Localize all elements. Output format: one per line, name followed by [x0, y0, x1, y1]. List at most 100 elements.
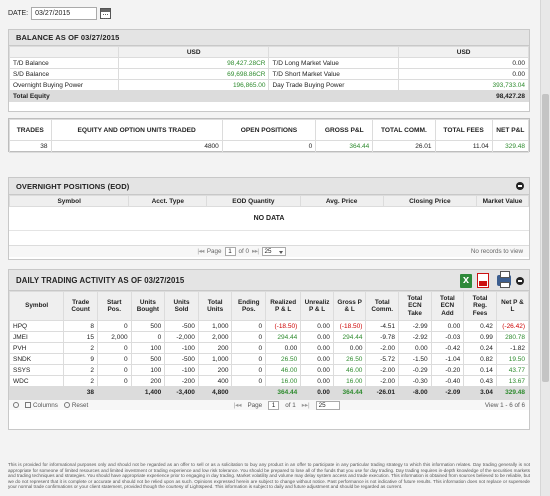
table-cell: 0.00 — [300, 342, 334, 354]
reset-button[interactable]: Reset — [63, 402, 88, 409]
overnight-header-row: Symbol Acct. Type EOD Quantity Avg. Pric… — [8, 195, 529, 207]
column-header[interactable]: Avg. Price — [299, 195, 384, 207]
columns-icon — [25, 401, 31, 408]
table-cell: 16.00 — [332, 375, 367, 387]
summary-value: 364.44 — [315, 140, 374, 153]
table-cell: 0 — [130, 331, 166, 343]
table-cell: 43.77 — [495, 364, 530, 376]
balance-value: 98,427.28CR — [117, 57, 270, 69]
total-cell: -8.00 — [398, 386, 432, 399]
table-row[interactable]: SNDK 9 0 500 -500 1,000 0 26.50 0.00 26.50 -5.72 -1… — [8, 353, 530, 365]
total-cell: -2.09 — [430, 386, 465, 399]
total-cell — [8, 386, 65, 399]
table-cell: -0.29 — [398, 364, 432, 376]
total-equity-row: Total Equity 98,427.28 — [8, 90, 529, 102]
column-header[interactable]: Units Sold — [164, 291, 199, 321]
blank-cell — [9, 46, 119, 58]
table-row[interactable]: SSYS 2 0 100 -100 200 0 46.00 0.00 46.00 -2.00 -0.2… — [8, 364, 530, 376]
print-icon[interactable] — [497, 271, 511, 288]
search-icon[interactable] — [13, 402, 19, 408]
symbol-cell: JMEI — [8, 331, 65, 343]
page-label: Page — [206, 248, 222, 255]
table-cell: 9 — [63, 353, 98, 365]
table-row[interactable]: HPQ 8 0 500 -500 1,000 0 (-18.50) 0.00 (-18.50) -4… — [8, 320, 530, 332]
scrollbar-thumb[interactable] — [542, 94, 549, 382]
table-cell: 0 — [231, 375, 267, 387]
table-cell: 19.50 — [495, 353, 530, 365]
column-header[interactable]: Acct. Type — [128, 195, 208, 207]
column-header[interactable]: Start Pos. — [96, 291, 132, 321]
first-page-icon[interactable]: |◂◂ — [234, 402, 242, 409]
table-cell: 1,000 — [197, 320, 233, 332]
column-header[interactable]: Gross P & L — [332, 291, 367, 321]
table-cell: -1.50 — [398, 353, 432, 365]
page-input[interactable]: 1 — [224, 247, 236, 256]
daily-panel: DAILY TRADING ACTIVITY AS OF 03/27/2015 … — [8, 269, 530, 430]
summary-header: TOTAL FEES — [434, 119, 493, 141]
balance-label: Overnight Buying Power — [9, 79, 119, 91]
page-input[interactable]: 1 — [268, 400, 280, 410]
column-header[interactable]: Market Value — [476, 195, 529, 207]
balance-label: S/D Balance — [9, 68, 119, 80]
table-row[interactable]: WDC 2 0 200 -200 400 0 16.00 0.00 16.00 -2.00 -0.30… — [8, 375, 530, 387]
page-of-label: of 0 — [238, 248, 250, 255]
summary-header: NET P&L — [491, 119, 530, 141]
column-header[interactable]: Units Bought — [130, 291, 166, 321]
table-cell: (-26.42) — [495, 320, 530, 332]
records-label: No records to view — [470, 248, 524, 255]
table-cell: 0 — [96, 375, 132, 387]
column-header[interactable]: Symbol — [8, 195, 130, 207]
pdf-export-icon[interactable] — [477, 273, 489, 288]
column-header[interactable]: Trade Count — [63, 291, 98, 321]
page-label: Page — [247, 401, 263, 409]
collapse-icon[interactable] — [516, 182, 524, 190]
next-page-icon[interactable]: ▸▸| — [252, 248, 259, 255]
table-cell: 400 — [197, 375, 233, 387]
column-header[interactable]: Net P & L — [495, 291, 530, 321]
column-header[interactable]: Closing Price — [382, 195, 478, 207]
column-header[interactable]: Realized P & L — [265, 291, 302, 321]
table-cell: 1,000 — [197, 353, 233, 365]
balance-panel: BALANCE AS OF 03/27/2015 USD USD T/D Bal… — [8, 29, 530, 112]
table-cell: 0 — [231, 331, 267, 343]
date-label: DATE: — [8, 9, 29, 17]
daily-header-row: Symbol Trade Count Start Pos. Units Bought U… — [8, 291, 530, 321]
table-cell: 0 — [96, 320, 132, 332]
table-cell: -4.51 — [365, 320, 400, 332]
table-cell: 280.78 — [495, 331, 530, 343]
table-row[interactable]: PVH 2 0 100 -100 200 0 0.00 0.00 0.00 -2.00 0.00 -0.… — [8, 342, 530, 354]
rows-per-page-select[interactable]: 25 — [315, 400, 340, 410]
column-header[interactable]: Unrealiz P & L — [300, 291, 334, 321]
balance-row: S/D Balance 69,698.86CR T/D Short Market… — [9, 68, 529, 80]
daily-header: DAILY TRADING ACTIVITY AS OF 03/27/2015 — [9, 270, 529, 291]
total-cell: 364.44 — [332, 386, 367, 399]
column-header[interactable]: Symbol — [8, 291, 65, 321]
column-header[interactable]: Total Comm. — [365, 291, 400, 321]
rows-per-page-select[interactable]: 25 — [261, 247, 286, 256]
table-cell: -9.78 — [365, 331, 400, 343]
table-cell: 0 — [231, 320, 267, 332]
column-header[interactable]: Total ECN Add — [430, 291, 465, 321]
next-page-icon[interactable]: ▸▸| — [302, 402, 310, 409]
summary-header: TOTAL COMM. — [372, 119, 436, 141]
table-cell: 15 — [63, 331, 98, 343]
column-header[interactable]: Ending Pos. — [231, 291, 267, 321]
summary-value: 329.48 — [491, 140, 530, 153]
date-input[interactable]: 03/27/2015 — [31, 6, 98, 20]
table-cell: -0.03 — [430, 331, 465, 343]
column-header[interactable]: Total ECN Take — [398, 291, 432, 321]
calendar-icon[interactable] — [100, 7, 112, 19]
table-row[interactable]: JMEI 15 2,000 0 -2,000 2,000 0 294.44 0.00 294.44… — [8, 331, 530, 343]
column-header[interactable]: Total Reg. Fees — [463, 291, 497, 321]
first-page-icon[interactable]: |◂◂ — [197, 248, 204, 255]
column-header[interactable]: Total Units — [197, 291, 233, 321]
excel-export-icon[interactable] — [460, 274, 472, 288]
symbol-cell: HPQ — [8, 320, 65, 332]
balance-table: USD USD T/D Balance 98,427.28CR T/D Long… — [8, 46, 529, 102]
column-header[interactable]: EOD Quantity — [206, 195, 301, 207]
collapse-icon[interactable] — [516, 277, 524, 285]
records-label: View 1 - 6 of 6 — [484, 401, 525, 409]
summary-table: TRADES EQUITY AND OPTION UNITS TRADED OP… — [9, 119, 530, 153]
vertical-scrollbar[interactable] — [540, 0, 550, 496]
columns-button[interactable]: Columns — [25, 402, 58, 409]
